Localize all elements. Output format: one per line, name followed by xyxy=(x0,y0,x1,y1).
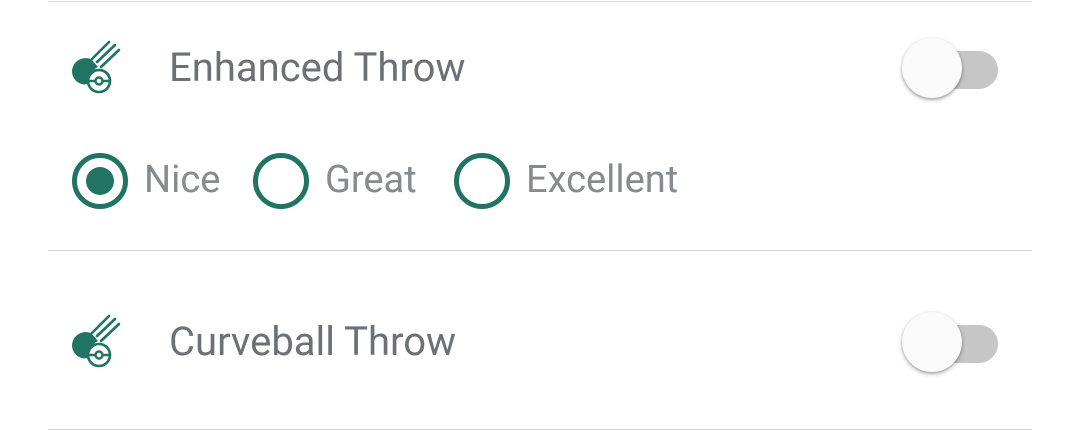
radio-nice[interactable]: Nice xyxy=(72,150,232,210)
radio-label: Excellent xyxy=(526,158,679,202)
setting-label: Enhanced Throw xyxy=(169,44,466,91)
radio-great[interactable]: Great xyxy=(253,150,433,210)
pokeball-throw-icon xyxy=(72,314,121,368)
pokeball-throw-icon xyxy=(72,40,121,94)
curveball-throw-toggle[interactable] xyxy=(900,308,1000,372)
divider xyxy=(48,250,1032,251)
radio-unselected-ring xyxy=(253,153,309,209)
setting-label: Curveball Throw xyxy=(169,318,457,365)
radio-selected-dot xyxy=(86,167,114,195)
radio-label: Nice xyxy=(144,158,221,202)
toggle-thumb xyxy=(902,312,962,372)
toggle-thumb xyxy=(902,38,962,98)
enhanced-throw-toggle[interactable] xyxy=(900,34,1000,98)
radio-excellent[interactable]: Excellent xyxy=(454,150,694,210)
radio-label: Great xyxy=(325,158,417,202)
divider xyxy=(48,429,1032,430)
radio-unselected-ring xyxy=(454,153,510,209)
divider xyxy=(48,1,1032,2)
